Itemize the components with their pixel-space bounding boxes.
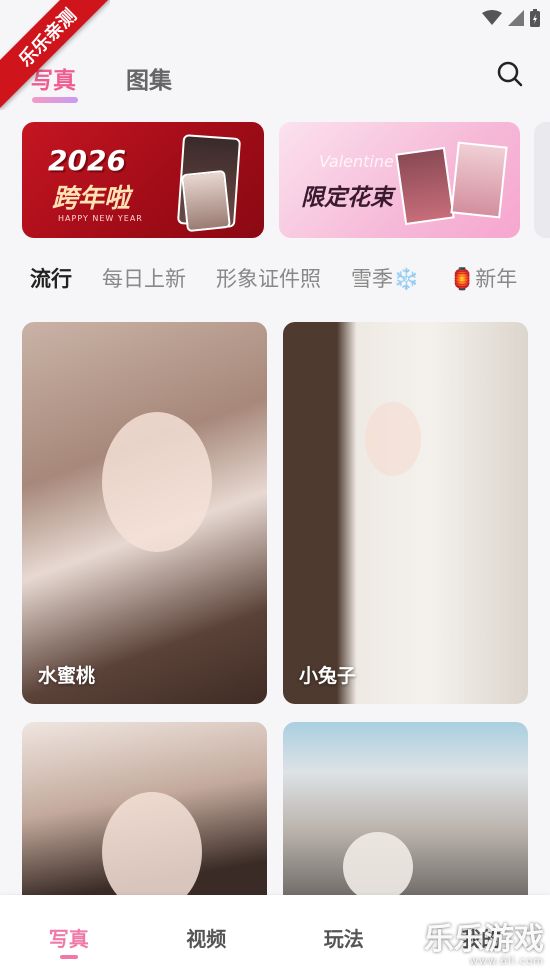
portrait-image <box>365 402 421 476</box>
banner-deco-text: Valentine <box>319 152 394 171</box>
photo-card[interactable] <box>22 722 267 922</box>
watermark-title: 乐乐游戏 <box>424 922 544 957</box>
banner-year: 2026 <box>48 144 126 177</box>
banner-title: 限定花束 <box>301 185 393 211</box>
corner-badge-text: 乐乐亲测 <box>0 0 110 110</box>
corner-badge: 乐乐亲测 <box>0 0 110 110</box>
search-icon[interactable] <box>496 60 524 88</box>
category-tab-new-year[interactable]: 🏮新年 <box>449 263 517 293</box>
nav-play[interactable]: 玩法 <box>309 923 379 952</box>
nav-video[interactable]: 视频 <box>171 923 241 952</box>
bottom-nav: 写真 视频 玩法 我的 乐乐游戏 www.6ll.com <box>0 895 550 979</box>
category-tab-popular[interactable]: 流行 <box>30 263 72 293</box>
signal-icon <box>508 10 524 26</box>
banner-photo <box>395 146 455 226</box>
portrait-image <box>102 792 202 912</box>
battery-icon <box>530 9 540 27</box>
photo-card-label: 小兔子 <box>299 665 357 687</box>
portrait-image <box>102 412 212 552</box>
portrait-image <box>343 832 413 902</box>
banner-next[interactable] <box>534 122 550 238</box>
banner-bouquet[interactable]: Valentine 限定花束 <box>279 122 520 238</box>
banner-photo <box>450 141 508 219</box>
photo-card[interactable] <box>283 722 528 922</box>
photo-card[interactable]: 小兔子 <box>283 322 528 704</box>
category-tab-daily-new[interactable]: 每日上新 <box>102 263 186 293</box>
nav-photo[interactable]: 写真 <box>34 923 104 959</box>
category-tab-snow[interactable]: 雪季❄️ <box>351 263 419 293</box>
banner-carousel: 2026 跨年啦 HAPPY NEW YEAR Valentine 限定花束 <box>22 122 550 240</box>
banner-subtitle: HAPPY NEW YEAR <box>58 214 143 223</box>
photo-card-label: 水蜜桃 <box>38 665 96 687</box>
banner-photo <box>181 169 231 233</box>
wifi-icon <box>482 10 502 25</box>
category-tabs: 流行 每日上新 形象证件照 雪季❄️ 🏮新年 <box>30 258 550 298</box>
banner-title: 跨年啦 <box>52 184 131 214</box>
category-tab-id-photo[interactable]: 形象证件照 <box>216 263 321 293</box>
watermark-url: www.6ll.com <box>469 956 544 967</box>
watermark: 乐乐游戏 www.6ll.com <box>424 925 544 967</box>
banner-new-year[interactable]: 2026 跨年啦 HAPPY NEW YEAR <box>22 122 264 238</box>
photo-card[interactable]: 水蜜桃 <box>22 322 267 704</box>
tab-album[interactable]: 图集 <box>126 61 172 95</box>
